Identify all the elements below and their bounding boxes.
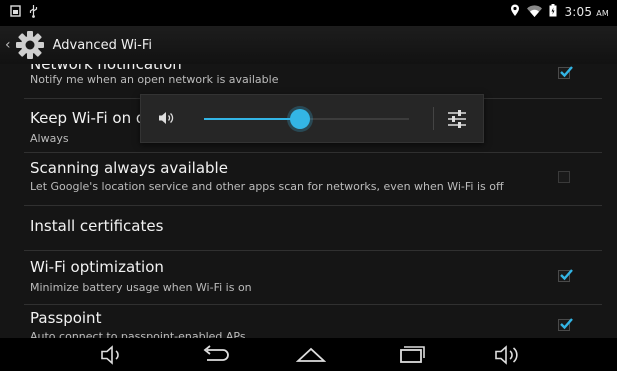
recents-icon[interactable] — [396, 343, 426, 371]
scanning-always-available-checkbox[interactable] — [558, 171, 570, 183]
back-icon[interactable] — [199, 343, 229, 371]
equalizer-settings-icon[interactable] — [446, 108, 468, 134]
setting-passpoint[interactable]: Passpoint Auto connect to passpoint-enab… — [0, 305, 617, 338]
speaker-icon[interactable] — [158, 110, 174, 130]
volume-slider-fill — [204, 118, 301, 120]
page-title: Advanced Wi-Fi — [52, 37, 152, 53]
setting-network-notification[interactable]: Network notification Notify me when an o… — [0, 64, 617, 95]
setting-install-certificates[interactable]: Install certificates — [0, 206, 617, 251]
setting-title: Network notification — [30, 64, 182, 73]
clock-time: 3:05 — [564, 5, 593, 19]
checkmark-icon — [560, 269, 573, 281]
passpoint-checkbox[interactable] — [558, 318, 573, 331]
setting-title: Wi-Fi optimization — [30, 258, 164, 276]
clock: 3:05 AM — [564, 5, 609, 19]
setting-summary: Auto connect to passpoint-enabled APs — [30, 330, 246, 338]
volume-slider-thumb[interactable] — [290, 109, 311, 129]
screenshot-icon — [10, 5, 21, 21]
setting-wifi-optimization[interactable]: Wi-Fi optimization Minimize battery usag… — [0, 251, 617, 304]
checkmark-icon — [560, 318, 573, 330]
volume-up-icon[interactable] — [493, 343, 523, 371]
usb-icon — [29, 5, 38, 21]
navigation-bar — [0, 338, 617, 371]
setting-title: Scanning always available — [30, 159, 228, 177]
volume-down-icon[interactable] — [99, 343, 125, 371]
setting-scanning-always-available[interactable]: Scanning always available Let Google's l… — [0, 153, 617, 205]
setting-summary: Let Google's location service and other … — [30, 180, 504, 193]
home-icon[interactable] — [295, 343, 327, 371]
wifi-icon — [527, 4, 543, 20]
wifi-optimization-checkbox[interactable] — [558, 269, 573, 282]
volume-panel — [140, 94, 484, 143]
settings-gear-icon[interactable] — [13, 28, 47, 62]
setting-summary: Notify me when an open network is availa… — [30, 73, 279, 86]
setting-summary: Minimize battery usage when Wi-Fi is on — [30, 281, 252, 294]
checkmark-icon — [560, 66, 573, 78]
setting-summary: Always — [30, 132, 69, 145]
location-icon — [510, 4, 520, 20]
battery-icon — [549, 4, 557, 20]
setting-title: Install certificates — [30, 217, 164, 235]
action-bar[interactable]: ‹ Advanced Wi-Fi — [0, 26, 617, 64]
clock-ampm: AM — [596, 9, 609, 18]
volume-slider[interactable] — [204, 109, 409, 129]
setting-title: Passpoint — [30, 309, 102, 327]
status-bar: 3:05 AM — [0, 0, 617, 26]
chevron-left-icon[interactable]: ‹ — [5, 37, 11, 53]
panel-separator — [433, 107, 434, 130]
network-notification-checkbox[interactable] — [558, 66, 573, 79]
setting-title: Keep Wi-Fi on d — [30, 109, 146, 127]
